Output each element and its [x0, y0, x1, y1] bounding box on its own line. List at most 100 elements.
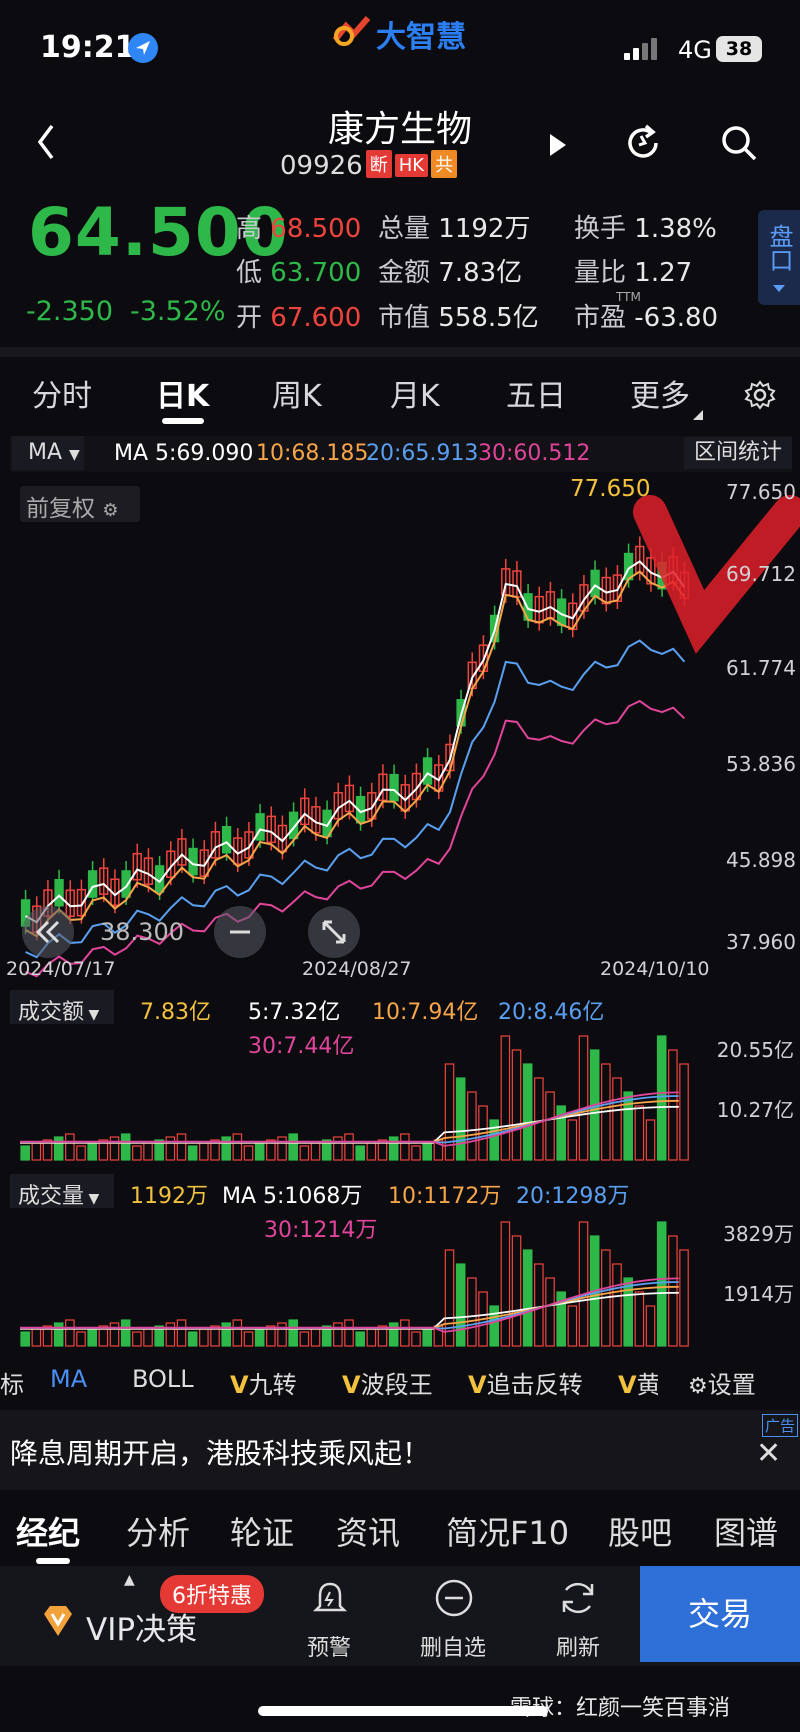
- mcap-value: 558.5亿: [438, 303, 539, 333]
- candlestick-chart[interactable]: [0, 472, 800, 980]
- volume-bar-chart: [20, 1221, 689, 1347]
- volume-bar: [277, 1136, 287, 1161]
- volume-bar: [333, 1136, 343, 1161]
- ma-line: [25, 560, 686, 924]
- volume-bar: [310, 1328, 321, 1347]
- tab-daily-k[interactable]: 日K: [156, 371, 209, 415]
- volume-bar: [467, 1277, 477, 1347]
- scroll-left-button[interactable]: [22, 906, 74, 958]
- indicator-jiuzhuan[interactable]: V九转: [230, 1365, 297, 1400]
- tab-more[interactable]: 更多: [630, 371, 690, 415]
- fullscreen-button[interactable]: [308, 906, 360, 958]
- volume-bar: [388, 1322, 399, 1347]
- volume-bar: [355, 1145, 365, 1161]
- volume-bar: [489, 1305, 499, 1347]
- volume-ma5: MA 5:1068万: [222, 1184, 363, 1209]
- volume-bar: [53, 1322, 64, 1347]
- gear-icon[interactable]: [744, 379, 776, 411]
- trade-button[interactable]: 交易: [640, 1566, 800, 1662]
- indicator-settings[interactable]: ⚙设置: [688, 1365, 756, 1400]
- indicator-label: 黄: [636, 1371, 658, 1399]
- caret-up-icon: ▲: [124, 1572, 135, 1588]
- volume-bar: [20, 1145, 30, 1161]
- v-icon: V: [618, 1371, 637, 1399]
- volume-bar: [567, 1305, 578, 1347]
- tab-graph[interactable]: 图谱: [714, 1508, 778, 1554]
- alert-button[interactable]: 预警: [284, 1630, 374, 1662]
- volume-bar: [176, 1319, 187, 1347]
- range-stats-button[interactable]: 区间统计: [684, 437, 792, 469]
- ma5-value: MA 5:69.090: [114, 441, 254, 466]
- location-icon: [128, 33, 158, 63]
- minus-icon: [230, 930, 250, 934]
- stock-code: 09926: [280, 151, 363, 181]
- candle-body: [590, 569, 600, 598]
- amount-label: 金额: [378, 258, 431, 288]
- volume-bar: [545, 1277, 555, 1347]
- info-tabs: 经纪 分析 轮证 资讯 简况F10 股吧 图谱: [0, 1490, 800, 1562]
- status-time: 19:21: [40, 30, 136, 65]
- next-stock-button[interactable]: [548, 132, 568, 162]
- indicator-item-partial[interactable]: 标: [0, 1365, 24, 1400]
- ma-selector[interactable]: MA ▼: [12, 436, 84, 470]
- volume-panel-selector[interactable]: 成交量 ▼: [10, 1174, 114, 1209]
- tab-broker[interactable]: 经纪: [16, 1508, 80, 1554]
- tab-intraday[interactable]: 分时: [32, 371, 92, 415]
- indicator-boduanwang[interactable]: V波段王: [342, 1365, 433, 1400]
- close-icon[interactable]: ✕: [756, 1436, 781, 1471]
- volume-bar: [109, 1322, 120, 1347]
- refresh-icon: [628, 124, 658, 158]
- candle-body: [389, 773, 399, 802]
- adjust-mode-button[interactable]: 前复权 ⚙: [20, 486, 140, 522]
- volume-bar: [109, 1136, 120, 1161]
- ma10-value: 10:68.185: [256, 441, 369, 466]
- volume-bar: [87, 1328, 97, 1347]
- indicator-settings-label: 设置: [707, 1371, 756, 1399]
- tab-warrants[interactable]: 轮证: [230, 1508, 294, 1554]
- crosshair-value: 38.300: [100, 918, 184, 946]
- indicator-partial[interactable]: V黄: [618, 1365, 658, 1400]
- volume-bar: [31, 1328, 42, 1347]
- volume-bar: [489, 1119, 499, 1161]
- amount-value: 7.83亿: [438, 258, 523, 288]
- refresh-button[interactable]: 刷新: [533, 1630, 623, 1662]
- tab-weekly-k[interactable]: 周K: [272, 371, 322, 415]
- volume-bar: [221, 1322, 231, 1347]
- y-tick: 45.898: [726, 848, 796, 872]
- remove-watchlist-button[interactable]: 删自选: [408, 1630, 498, 1662]
- volume-bar: [366, 1328, 377, 1347]
- tab-monthly-k[interactable]: 月K: [390, 371, 440, 415]
- volume-bar: [277, 1322, 287, 1347]
- tab-f10[interactable]: 简况F10: [446, 1508, 569, 1554]
- indicator-zhuiji[interactable]: V追击反转: [468, 1365, 583, 1400]
- refresh-quote-button[interactable]: [622, 122, 664, 168]
- low-label: 低: [236, 258, 263, 288]
- amount-panel-selector[interactable]: 成交额 ▼: [10, 990, 114, 1025]
- volume-bar: [187, 1145, 198, 1161]
- tab-news[interactable]: 资讯: [336, 1508, 400, 1554]
- volume-bar: [645, 1305, 656, 1347]
- indicator-boll[interactable]: BOLL: [132, 1365, 194, 1393]
- volume-bar: [288, 1133, 298, 1161]
- active-bottom-tab-indicator: [36, 1558, 70, 1564]
- indicator-ma[interactable]: MA: [50, 1365, 87, 1393]
- pankou-button[interactable]: 盘口: [758, 210, 800, 305]
- tab-forum[interactable]: 股吧: [608, 1508, 672, 1554]
- volume-bar: [400, 1133, 410, 1161]
- volume-bar: [333, 1322, 343, 1347]
- play-right-icon: [550, 134, 566, 156]
- volume-value: 1192万: [438, 214, 531, 244]
- volume-value: 1192万: [130, 1184, 208, 1209]
- tab-five-day[interactable]: 五日: [506, 371, 566, 415]
- tab-analysis[interactable]: 分析: [126, 1508, 190, 1554]
- volume-bar: [132, 1145, 142, 1161]
- volume-bar: [310, 1142, 321, 1161]
- ad-text[interactable]: 降息周期开启，港股科技乘风起！: [10, 1432, 430, 1472]
- search-button[interactable]: [718, 122, 760, 168]
- tag-suspend: 断: [365, 150, 392, 178]
- tag-shared: 共: [431, 150, 458, 178]
- volume-ratio-value: 1.27: [634, 258, 693, 288]
- zoom-out-button[interactable]: [214, 906, 266, 958]
- high-label: 高: [236, 214, 263, 244]
- volume-bar: [511, 1049, 522, 1161]
